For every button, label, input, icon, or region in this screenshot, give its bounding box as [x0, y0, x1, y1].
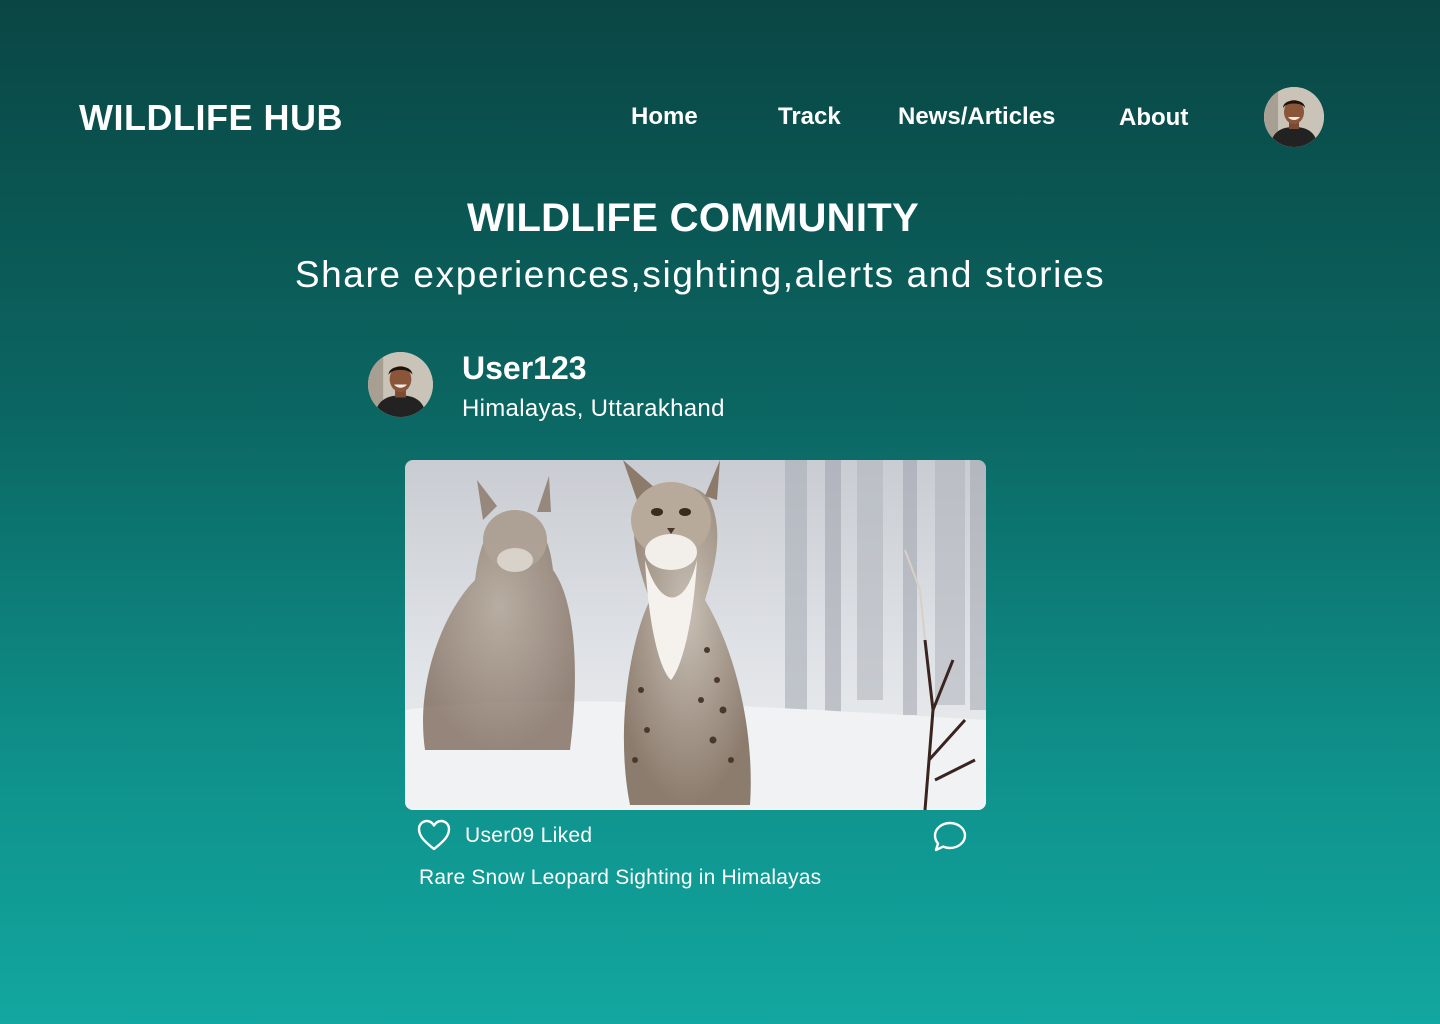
post-caption[interactable]: Rare Snow Leopard Sighting in Himalayas: [419, 864, 821, 892]
nav-home[interactable]: Home: [631, 100, 698, 134]
post-username[interactable]: User123: [462, 348, 587, 388]
post-photo[interactable]: [405, 460, 986, 810]
profile-avatar[interactable]: [1264, 87, 1324, 147]
nav-track[interactable]: Track: [778, 100, 841, 134]
nav-news-articles[interactable]: News/Articles: [898, 100, 1055, 134]
post-location: Himalayas, Uttarakhand: [462, 395, 725, 422]
page-title: WILDLIFE COMMUNITY: [466, 196, 919, 240]
site-logo[interactable]: WILDLIFE HUB: [79, 96, 343, 140]
post-author-avatar[interactable]: [368, 352, 433, 417]
heart-icon[interactable]: [416, 818, 452, 852]
nav-about[interactable]: About: [1119, 101, 1188, 135]
page-subtitle: Share experiences,sighting,alerts and st…: [294, 254, 1106, 295]
likes-text[interactable]: User09 Liked: [465, 822, 592, 850]
comment-icon[interactable]: [932, 819, 968, 853]
